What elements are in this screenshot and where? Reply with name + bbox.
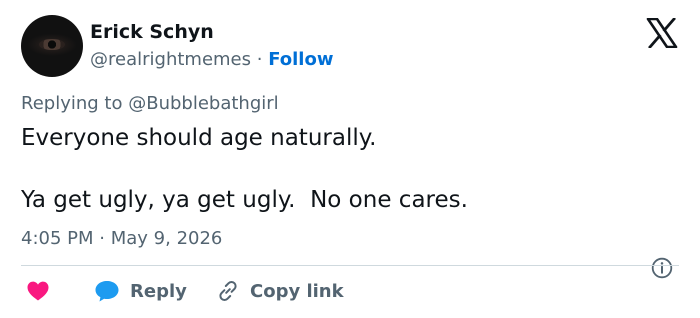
replying-prefix: Replying to <box>21 93 123 114</box>
reply-button[interactable]: Reply <box>94 274 187 308</box>
timestamp[interactable]: 4:05 PM · May 9, 2026 <box>21 228 222 249</box>
divider <box>21 265 679 266</box>
heart-icon <box>27 281 49 301</box>
replying-to: Replying to @Bubblebathgirl <box>21 93 279 114</box>
like-button[interactable] <box>26 274 50 308</box>
tweet-time: 4:05 PM <box>21 228 94 249</box>
avatar-eye <box>39 39 65 50</box>
follow-button[interactable]: Follow <box>268 49 333 70</box>
tweet-text-line-1: Everyone should age naturally. <box>21 125 377 151</box>
author-name[interactable]: Erick Schyn <box>90 21 214 43</box>
replying-mention[interactable]: @Bubblebathgirl <box>128 93 278 114</box>
copy-link-label: Copy link <box>250 280 344 302</box>
x-logo-icon[interactable] <box>646 18 678 48</box>
timestamp-separator: · <box>99 228 105 249</box>
author-handle-row: @realrightmemes · Follow <box>90 49 333 70</box>
separator-dot: · <box>256 49 263 70</box>
copy-link-button[interactable]: Copy link <box>216 274 344 308</box>
tweet-date: May 9, 2026 <box>110 228 223 249</box>
author-handle[interactable]: @realrightmemes <box>90 49 251 70</box>
action-bar: Reply Copy link <box>0 274 700 310</box>
speech-bubble-icon <box>95 281 119 302</box>
link-icon <box>219 281 237 301</box>
tweet-text-line-2: Ya get ugly, ya get ugly. No one cares. <box>21 187 468 213</box>
reply-label: Reply <box>130 280 187 302</box>
avatar[interactable] <box>21 15 83 77</box>
